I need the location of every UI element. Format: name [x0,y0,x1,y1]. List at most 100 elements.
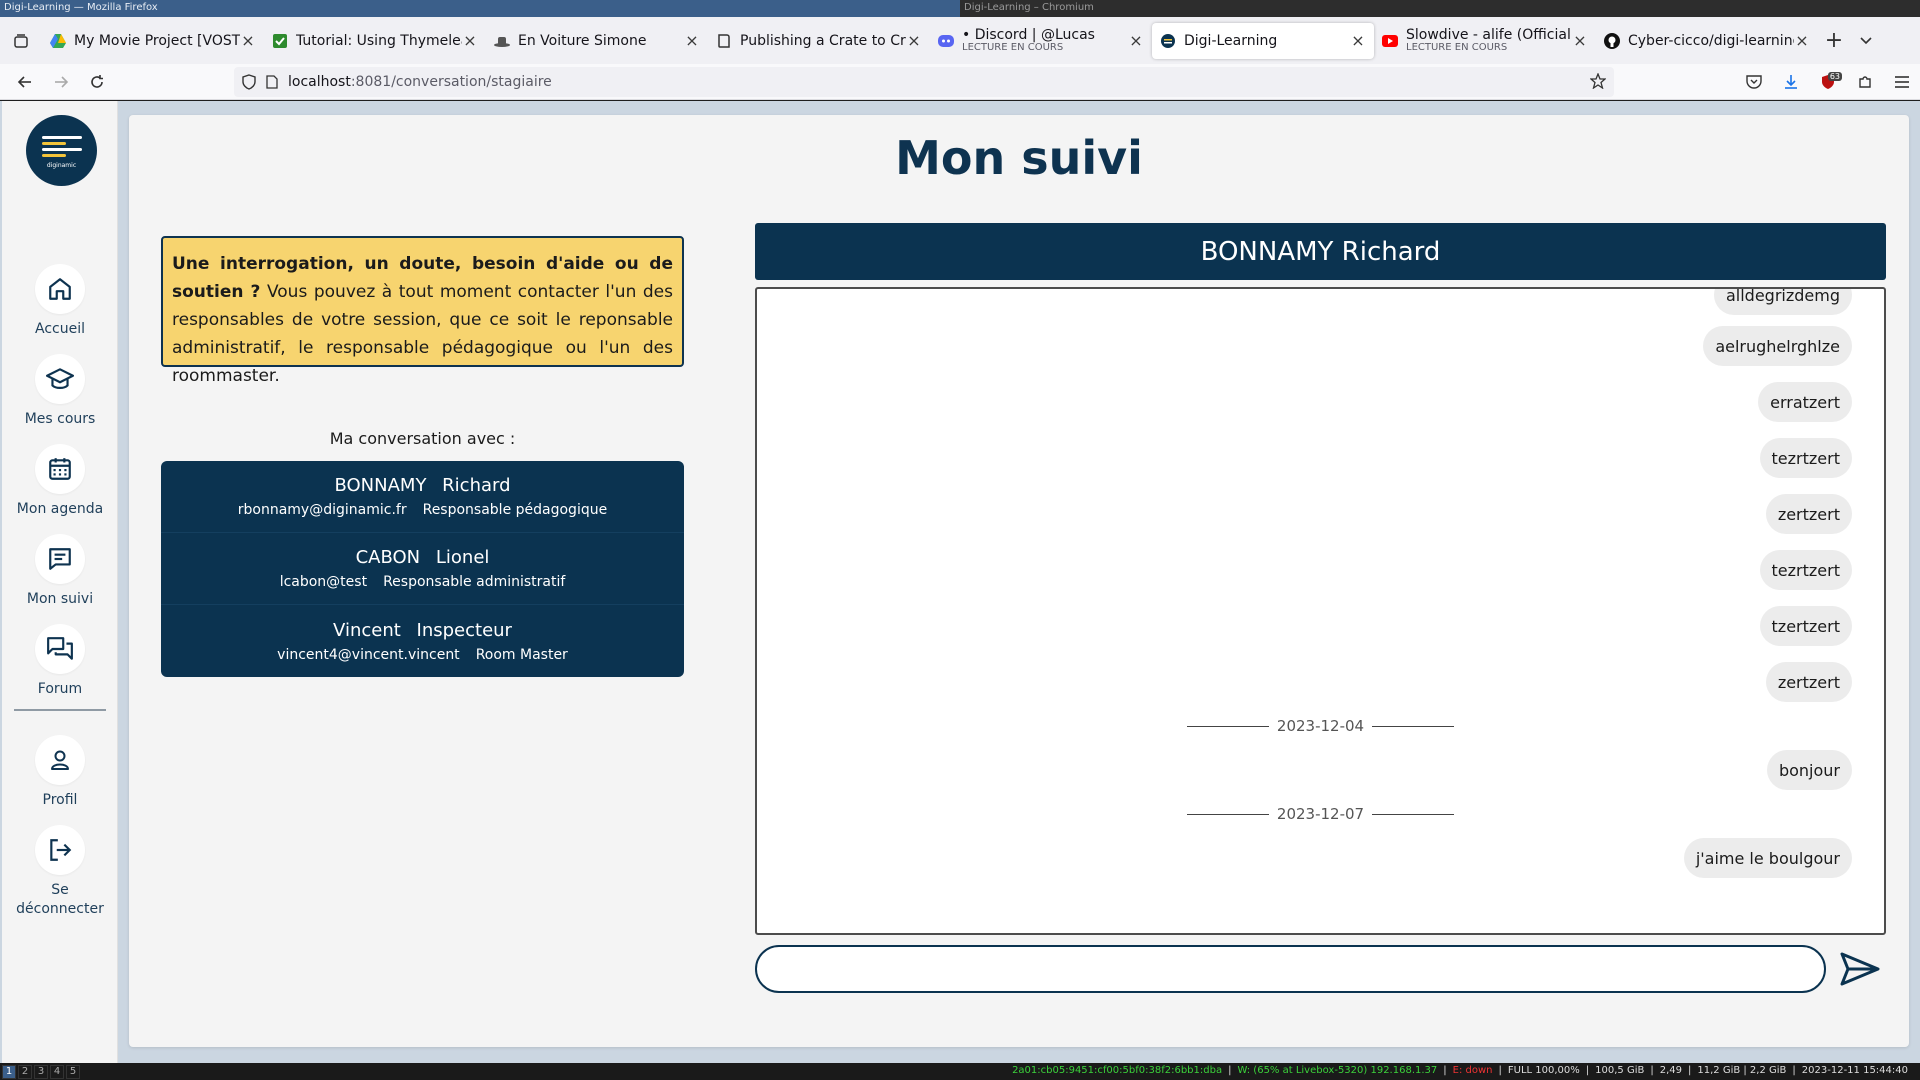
contact-item[interactable]: Vincent Inspecteur vincent4@vincent.vinc… [161,605,684,677]
url-host: localhost [288,74,351,90]
download-icon [1784,75,1797,89]
sidebar-item-mes-cours[interactable]: Mes cours [2,354,118,429]
tab-close-icon[interactable]: × [1572,31,1588,50]
main-content: Mon suivi Une interrogation, un doute, b… [129,115,1909,1047]
shield-icon [242,74,256,90]
chat-messages[interactable]: alldegrizdemg aelrughelrghlze erratzert … [755,287,1886,935]
back-button[interactable] [7,64,43,100]
datetime-status: 2023-12-11 15:44:40 [1801,1065,1908,1076]
tab-slowdive-youtube[interactable]: Slowdive - alife (Official Video)LECTURE… [1374,23,1596,59]
reload-icon [91,74,103,88]
workspace-button[interactable]: 5 [66,1064,80,1079]
tab-discord[interactable]: • Discord | @Lucas LECTURE EN COURS × [930,23,1152,59]
tab-close-icon[interactable]: × [1350,31,1366,50]
chat-message: bonjour [1766,750,1852,790]
contact-item[interactable]: BONNAMY Richard rbonnamy@diginamic.fr Re… [161,461,684,533]
date-label: 2023-12-07 [1276,805,1365,823]
google-drive-icon [50,33,66,49]
pocket-button[interactable] [1735,75,1772,89]
tab-en-voiture-simone[interactable]: En Voiture Simone × [486,23,708,59]
help-callout: Une interrogation, un doute, besoin d'ai… [161,236,684,386]
book-icon [716,33,732,49]
tab-title: Digi-Learning [1184,33,1278,48]
send-button[interactable] [1838,949,1882,989]
reload-button[interactable] [79,64,115,100]
workspace-button[interactable]: 1 [2,1064,16,1079]
forward-button[interactable] [43,64,79,100]
new-tab-button[interactable]: + [1818,28,1850,53]
tab-close-icon[interactable]: × [462,31,478,50]
ublock-button[interactable]: 63 [1809,72,1846,90]
chat-bubble-icon [49,548,71,570]
tab-close-icon[interactable]: × [684,31,700,50]
tab-title: My Movie Project [VOSTFR] [74,33,240,48]
conversation-label: Ma conversation avec : [329,429,516,448]
window-title-strip: Digi-Learning — Mozilla Firefox Digi-Lea… [0,0,1920,17]
contact-name: CABON Lionel [355,547,490,568]
message-input[interactable] [755,945,1826,993]
chat-message: zertzert [1765,494,1852,534]
chat-message: erratzert [1758,382,1852,422]
battery-status: FULL 100,00% [1507,1065,1580,1076]
page-icon [266,75,278,89]
load-status: 2,49 [1659,1065,1682,1076]
tab-my-movie-project[interactable]: My Movie Project [VOSTFR] × [42,23,264,59]
hamburger-icon [1894,76,1909,88]
extensions-button[interactable] [1846,74,1883,90]
sidebar-item-mon-agenda[interactable]: Mon agenda [2,444,118,519]
sidebar: diginamic Accueil Mes cours Mon agenda M… [2,101,118,1063]
page-title: Mon suivi [895,131,1143,185]
sidebar-item-accueil[interactable]: Accueil [2,264,118,339]
contact-role: Responsable administratif [383,574,566,590]
tab-overview-button[interactable] [0,17,42,64]
tab-title: Slowdive - alife (Official Video) [1406,27,1572,43]
list-all-tabs-button[interactable] [1850,33,1882,49]
chevron-down-icon [1860,36,1872,44]
logout-icon [50,839,72,861]
sidebar-item-se-deconnecter[interactable]: Se déconnecter [2,825,118,919]
tab-close-icon[interactable]: × [1128,31,1144,50]
chat-message: tezrtzert [1759,550,1852,590]
tab-close-icon[interactable]: × [240,31,256,50]
contact-role: Responsable pédagogique [422,502,608,518]
arrow-right-icon [55,75,69,88]
firefox-window-title: Digi-Learning — Mozilla Firefox [0,0,960,17]
url-bar[interactable]: localhost:8081/conversation/stagiaire [234,67,1614,97]
logo-text: diginamic [46,161,77,169]
check-icon [272,33,288,49]
sidebar-item-profil[interactable]: Profil [2,735,118,810]
tab-digi-learning[interactable]: Digi-Learning × [1152,22,1374,59]
workspace-button[interactable]: 2 [18,1064,32,1079]
contact-item[interactable]: CABON Lionel lcabon@test Responsable adm… [161,533,684,605]
tab-thymeleaf-tutorial[interactable]: Tutorial: Using Thymeleaf × [264,23,486,59]
digi-icon [1160,33,1176,49]
forum-icon [47,637,73,660]
menu-button[interactable] [1883,75,1920,89]
tab-close-icon[interactable]: × [1794,31,1810,50]
contact-name: BONNAMY Richard [334,475,511,496]
sidebar-item-forum[interactable]: Forum [2,624,118,699]
navigation-toolbar: localhost:8081/conversation/stagiaire 63 [0,64,1920,100]
contact-role: Room Master [475,646,568,663]
sidebar-item-label: Profil [42,792,78,808]
sidebar-item-label: Mes cours [24,411,96,427]
tabs-overview-icon [14,33,28,48]
workspace-button[interactable]: 4 [50,1064,64,1079]
user-icon [51,750,69,770]
tab-playing-label: LECTURE EN COURS [1406,41,1508,53]
tab-close-icon[interactable]: × [906,31,922,50]
page: diginamic Accueil Mes cours Mon agenda M… [0,101,1920,1063]
date-separator: 2023-12-04 [757,717,1884,735]
tab-github-digi-learning[interactable]: Cyber-cicco/digi-learning × [1596,23,1818,59]
tab-publishing-crate[interactable]: Publishing a Crate to Crates × [708,23,930,59]
ipv6-status: 2a01:cb05:9451:cf00:5bf0:38f2:6bb1:dba [1012,1065,1223,1076]
date-separator: 2023-12-07 [757,805,1884,823]
ethernet-status: E: down [1452,1065,1493,1076]
workspace-button[interactable]: 3 [34,1064,48,1079]
bookmark-star-icon[interactable] [1589,72,1607,93]
chat-header: BONNAMY Richard [755,223,1886,280]
diginamic-logo[interactable]: diginamic [26,115,97,186]
tab-title: • Discord | @Lucas [962,27,1095,43]
sidebar-item-mon-suivi[interactable]: Mon suivi [2,534,118,609]
downloads-button[interactable] [1772,74,1809,90]
